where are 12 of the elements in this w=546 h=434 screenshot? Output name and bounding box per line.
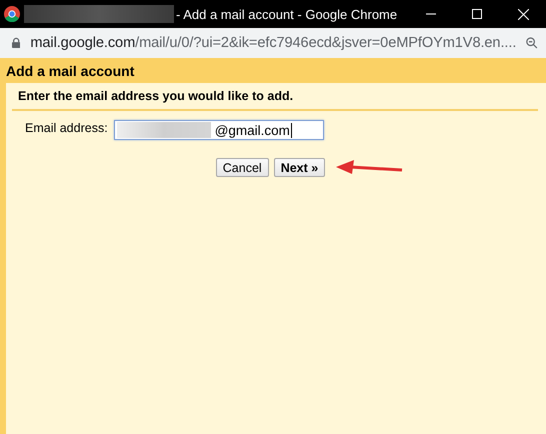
instruction-text: Enter the email address you would like to add.: [12, 83, 538, 111]
close-icon[interactable]: [518, 8, 528, 20]
window-title: - Add a mail account - Google Chrome: [176, 6, 398, 22]
chrome-logo-icon: [4, 6, 20, 22]
email-field[interactable]: @gmail.com: [114, 120, 324, 140]
next-button[interactable]: Next »: [274, 158, 326, 177]
maximize-icon[interactable]: [472, 9, 482, 19]
zoom-icon[interactable]: [526, 36, 538, 50]
arrow-icon: [336, 160, 404, 176]
email-label: Email address:: [25, 120, 108, 135]
lock-icon: [12, 37, 20, 49]
cancel-button[interactable]: Cancel: [216, 158, 269, 177]
